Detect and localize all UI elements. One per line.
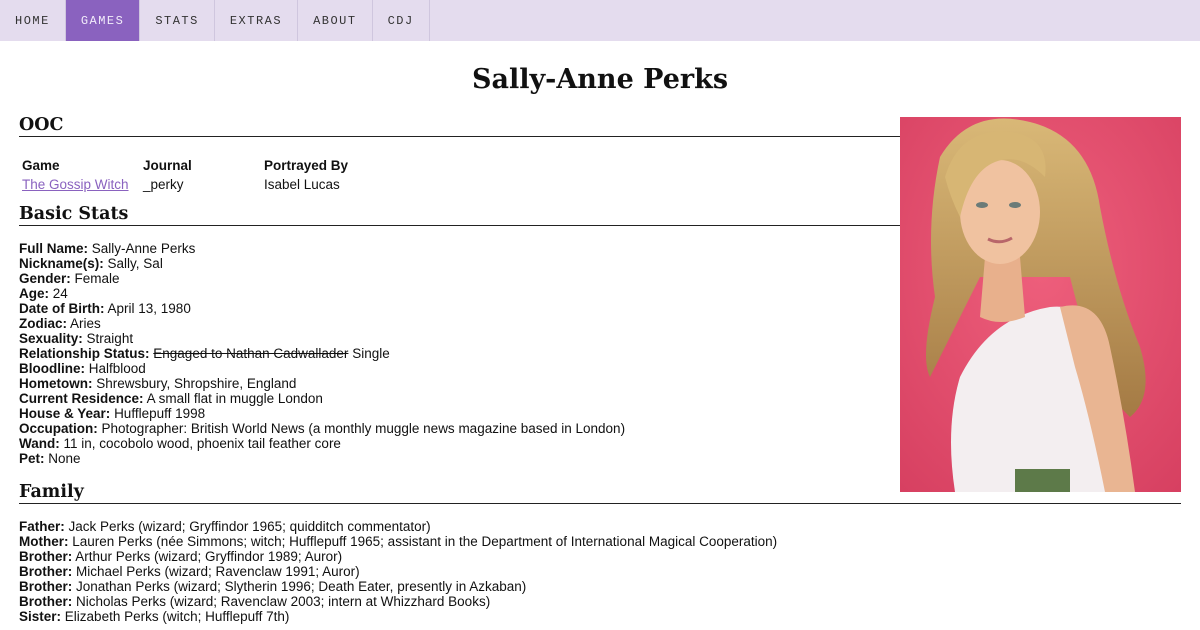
stat-row: Date of Birth: April 13, 1980	[19, 301, 1181, 316]
stat-row-value: None	[48, 451, 81, 466]
journal-value: _perky	[143, 177, 184, 192]
stat-row-value: Sally, Sal	[107, 256, 163, 271]
nav-cdj[interactable]: CDJ	[373, 0, 430, 41]
page-title: Sally-Anne Perks	[471, 64, 729, 95]
stat-row-value: Female	[74, 271, 120, 286]
stat-row-value: April 13, 1980	[107, 301, 191, 316]
stat-row-label: Full Name:	[19, 241, 89, 256]
nav-home[interactable]: HOME	[0, 0, 66, 41]
stat-row-value: Shrewsbury, Shropshire, England	[96, 376, 297, 391]
stat-row-value: 24	[52, 286, 68, 301]
stat-row: House & Year: Hufflepuff 1998	[19, 406, 1181, 421]
stat-row-value: Sally-Anne Perks	[91, 241, 196, 256]
stat-row-value: Hufflepuff 1998	[114, 406, 206, 421]
stat-row-label: Current Residence:	[19, 391, 144, 406]
stat-row: Nickname(s): Sally, Sal	[19, 256, 1181, 271]
stat-row-value: Photographer: British World News (a mont…	[101, 421, 626, 436]
family-row-label: Sister:	[19, 609, 62, 624]
stat-row-label: House & Year:	[19, 406, 111, 421]
stat-row-label: Relationship Status:	[19, 346, 150, 361]
family-row: Brother: Michael Perks (wizard; Ravencla…	[19, 564, 1181, 579]
family-row: Sister: Elizabeth Perks (witch; Hufflepu…	[19, 609, 1181, 624]
stat-row-value: 11 in, cocobolo wood, phoenix tail feath…	[63, 436, 341, 451]
stat-row: Current Residence: A small flat in muggl…	[19, 391, 1181, 406]
family-row-label: Brother:	[19, 594, 73, 609]
family-list: Father: Jack Perks (wizard; Gryffindor 1…	[19, 519, 1181, 624]
stat-row-value: Single	[352, 346, 390, 361]
stat-row: Gender: Female	[19, 271, 1181, 286]
stat-row: Sexuality: Straight	[19, 331, 1181, 346]
family-heading: Family	[19, 482, 1181, 504]
basic-stats-heading: Basic Stats	[19, 204, 900, 226]
main-content: OOC Game Journal Portrayed By The Gossip…	[19, 115, 1181, 624]
nav-games[interactable]: GAMES	[65, 0, 141, 41]
stat-row-label: Bloodline:	[19, 361, 85, 376]
stat-row-value: A small flat in muggle London	[146, 391, 323, 406]
stat-row-label: Pet:	[19, 451, 45, 466]
stat-row-label: Age:	[19, 286, 49, 301]
ooc-heading: OOC	[19, 115, 900, 137]
stat-row: Hometown: Shrewsbury, Shropshire, Englan…	[19, 376, 1181, 391]
family-row-label: Father:	[19, 519, 65, 534]
basic-stats-list: Full Name: Sally-Anne Perks Nickname(s): …	[19, 241, 1181, 466]
stat-row: Relationship Status: Engaged to Nathan C…	[19, 346, 1181, 361]
stat-row-label: Sexuality:	[19, 331, 83, 346]
stat-row-label: Zodiac:	[19, 316, 68, 331]
stat-row-value: Halfblood	[88, 361, 146, 376]
family-row-label: Brother:	[19, 564, 73, 579]
nav-extras[interactable]: EXTRAS	[215, 0, 299, 41]
stat-row-label: Occupation:	[19, 421, 98, 436]
stat-row-label: Date of Birth:	[19, 301, 105, 316]
family-row-label: Brother:	[19, 579, 73, 594]
family-row-value: Arthur Perks (wizard; Gryffindor 1989; A…	[75, 549, 343, 564]
nav-about[interactable]: ABOUT	[298, 0, 373, 41]
stat-row-value: Aries	[70, 316, 101, 331]
family-row-label: Mother:	[19, 534, 69, 549]
family-row-value: Lauren Perks (née Simmons; witch; Huffle…	[72, 534, 778, 549]
family-row-value: Michael Perks (wizard; Ravenclaw 1991; A…	[76, 564, 360, 579]
stat-row: Pet: None	[19, 451, 1181, 466]
stat-row-label: Nickname(s):	[19, 256, 104, 271]
stat-row: Age: 24	[19, 286, 1181, 301]
top-nav: HOME GAMES STATS EXTRAS ABOUT CDJ	[0, 0, 1200, 41]
family-row: Mother: Lauren Perks (née Simmons; witch…	[19, 534, 1181, 549]
stat-row: Occupation: Photographer: British World …	[19, 421, 1181, 436]
stat-row: Zodiac: Aries	[19, 316, 1181, 331]
stat-row-value: Straight	[86, 331, 134, 346]
ooc-header-portrayed-by: Portrayed By	[264, 158, 349, 173]
stat-row: Bloodline: Halfblood	[19, 361, 1181, 376]
stat-row-label: Hometown:	[19, 376, 93, 391]
portrayed-by-value: Isabel Lucas	[264, 177, 340, 192]
family-row: Brother: Arthur Perks (wizard; Gryffindo…	[19, 549, 1181, 564]
family-row: Brother: Nicholas Perks (wizard; Ravencl…	[19, 594, 1181, 609]
game-link[interactable]: The Gossip Witch	[22, 177, 129, 192]
family-row-value: Jack Perks (wizard; Gryffindor 1965; qui…	[68, 519, 431, 534]
ooc-table: Game Journal Portrayed By The Gossip Wit…	[22, 156, 1181, 194]
family-row-label: Brother:	[19, 549, 73, 564]
family-row: Father: Jack Perks (wizard; Gryffindor 1…	[19, 519, 1181, 534]
family-row-value: Nicholas Perks (wizard; Ravenclaw 2003; …	[76, 594, 491, 609]
family-row: Brother: Jonathan Perks (wizard; Slyther…	[19, 579, 1181, 594]
stat-row: Wand: 11 in, cocobolo wood, phoenix tail…	[19, 436, 1181, 451]
family-row-value: Jonathan Perks (wizard; Slytherin 1996; …	[76, 579, 527, 594]
stat-row: Full Name: Sally-Anne Perks	[19, 241, 1181, 256]
stat-row-label: Wand:	[19, 436, 60, 451]
family-row-value: Elizabeth Perks (witch; Hufflepuff 7th)	[64, 609, 290, 624]
ooc-header-game: Game	[22, 158, 60, 173]
stat-row-label: Gender:	[19, 271, 71, 286]
ooc-header-journal: Journal	[143, 158, 192, 173]
stat-row-struck-value: Engaged to Nathan Cadwallader	[153, 346, 349, 361]
nav-stats[interactable]: STATS	[140, 0, 215, 41]
